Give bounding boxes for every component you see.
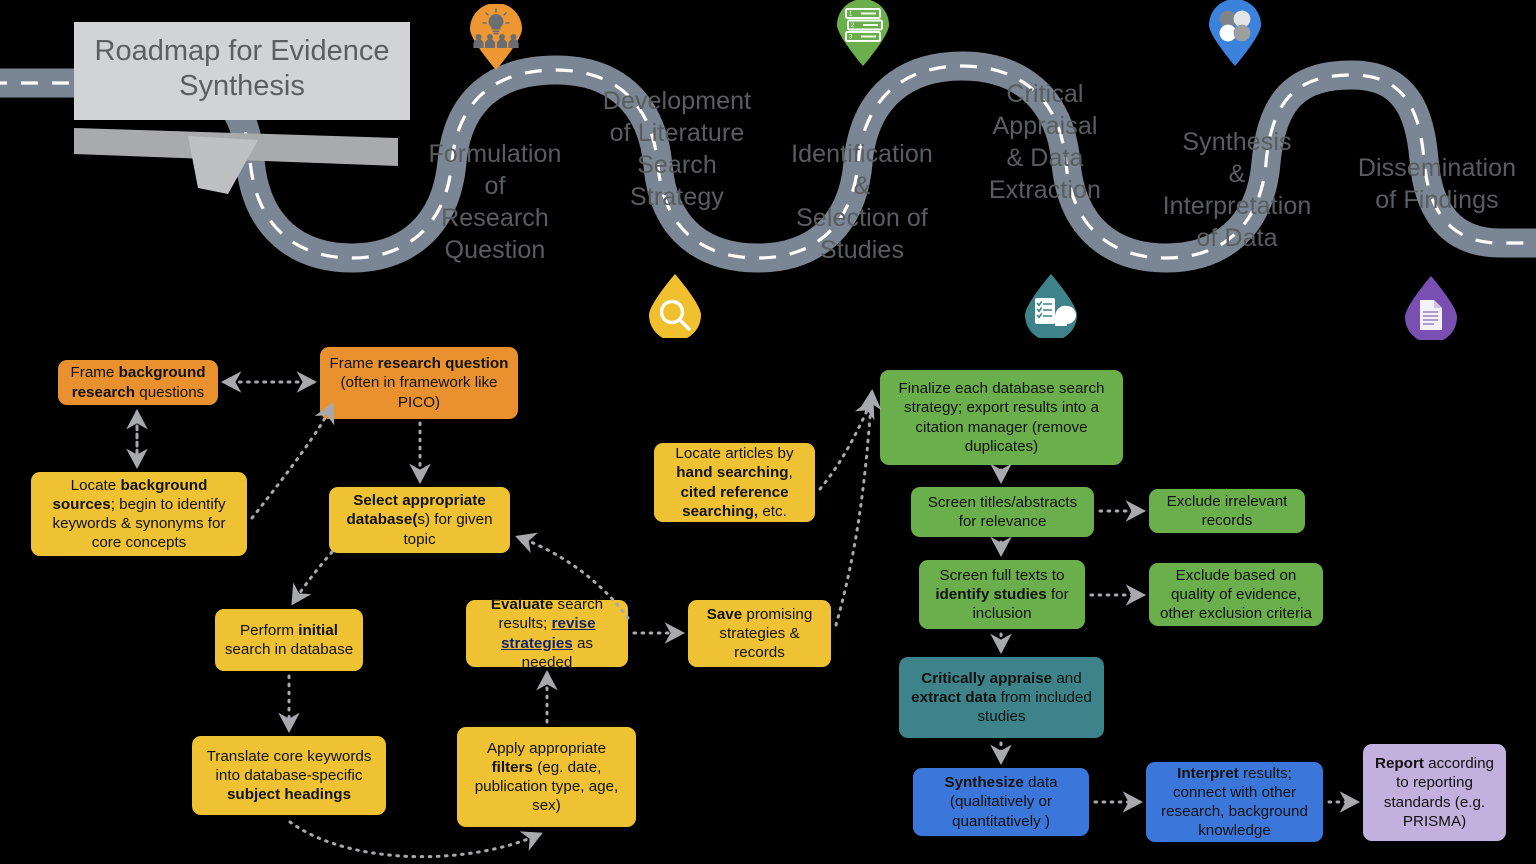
title-plaque: Roadmap for Evidence Synthesis <box>74 22 410 194</box>
title-plaque-shadow <box>74 128 398 194</box>
roadmap-label-formulation: Formulation of Research Question <box>416 138 574 266</box>
node-interpret-results[interactable]: Interpret results; connect with other re… <box>1146 762 1323 842</box>
node-translate-keywords[interactable]: Translate core keywords into database-sp… <box>192 736 386 815</box>
node-frame-background-questions[interactable]: Frame background research questions <box>58 360 218 405</box>
pin-development <box>649 274 701 338</box>
roadmap-label-line: Search <box>637 151 717 179</box>
node-evaluate-search-results[interactable]: Evaluate search results; revise strategi… <box>466 596 628 671</box>
roadmap-label-line: & <box>1228 160 1246 188</box>
roadmap-label-line: Studies <box>819 236 905 264</box>
roadmap-label-line: Strategy <box>630 183 724 211</box>
node-exclude-irrelevant-records[interactable]: Exclude irrelevant records <box>1149 489 1305 533</box>
node-perform-initial-search[interactable]: Perform initial search in database <box>215 609 363 671</box>
node-select-database[interactable]: Select appropriate database(s) for given… <box>329 487 510 553</box>
roadmap-label-line: Interpretation <box>1162 192 1312 220</box>
diagram-canvas: Roadmap for Evidence Synthesis Formulati… <box>0 0 1536 864</box>
roadmap-label-line: & Data <box>1006 144 1084 172</box>
roadmap-label-line: of Literature <box>609 119 745 147</box>
roadmap-label-line: of <box>484 172 506 200</box>
title-line-1: Roadmap for Evidence <box>94 35 390 67</box>
node-report-standards[interactable]: Report according to reporting standards … <box>1363 744 1506 841</box>
roadmap-label-line: Critical <box>1006 80 1084 108</box>
roadmap-label-dissemination: Dissemination of Findings <box>1348 152 1526 216</box>
roadmap-label-line: Extraction <box>988 176 1102 204</box>
node-finalize-database-search[interactable]: Finalize each database search strategy; … <box>880 370 1123 465</box>
node-critically-appraise[interactable]: Critically appraise and extract data fro… <box>899 657 1104 738</box>
pin-identification: 123 <box>837 0 889 66</box>
node-exclude-based-on-quality[interactable]: Exclude based on quality of evidence, ot… <box>1149 563 1323 626</box>
roadmap-label-line: Identification <box>791 140 933 168</box>
roadmap-label-line: of Data <box>1196 224 1278 252</box>
roadmap-label-line: Research <box>441 204 549 232</box>
roadmap-label-line: Appraisal <box>992 112 1098 140</box>
roadmap-label-line: Selection of <box>796 204 928 232</box>
node-frame-research-question[interactable]: Frame research question (often in framew… <box>320 347 518 419</box>
node-save-promising-strategies[interactable]: Save promising strategies & records <box>688 600 831 667</box>
roadmap-label-synthesis: Synthesis & Interpretation of Data <box>1152 126 1322 254</box>
pin-synthesis <box>1209 0 1261 66</box>
node-locate-background-sources[interactable]: Locate background sources; begin to iden… <box>31 472 247 556</box>
pin-dissemination <box>1405 276 1457 340</box>
roadmap-label-development: Development of Literature Search Strategy <box>596 85 758 213</box>
node-apply-filters[interactable]: Apply appropriate filters (eg. date, pub… <box>457 727 636 827</box>
pin-appraisal <box>1025 274 1077 338</box>
node-screen-titles-abstracts[interactable]: Screen titles/abstracts for relevance <box>911 487 1094 537</box>
node-locate-articles-hand-searching[interactable]: Locate articles by hand searching, cited… <box>654 443 815 522</box>
roadmap-label-line: Dissemination <box>1357 154 1517 182</box>
roadmap-label-line: Development <box>602 87 752 115</box>
node-synthesize-data[interactable]: Synthesize data (qualitatively or quanti… <box>913 768 1089 836</box>
roadmap-label-line: of Findings <box>1375 186 1499 214</box>
pin-formulation <box>470 4 522 70</box>
roadmap-label-line: Question <box>444 236 546 264</box>
roadmap-label-line: Formulation <box>428 140 562 168</box>
node-screen-full-texts[interactable]: Screen full texts to identify studies fo… <box>919 560 1085 629</box>
roadmap-label-appraisal: Critical Appraisal & Data Extraction <box>968 78 1122 206</box>
roadmap-label-line: & <box>853 172 871 200</box>
roadmap-label-identification: Identification & Selection of Studies <box>782 138 942 266</box>
roadmap-label-line: Synthesis <box>1182 128 1292 156</box>
